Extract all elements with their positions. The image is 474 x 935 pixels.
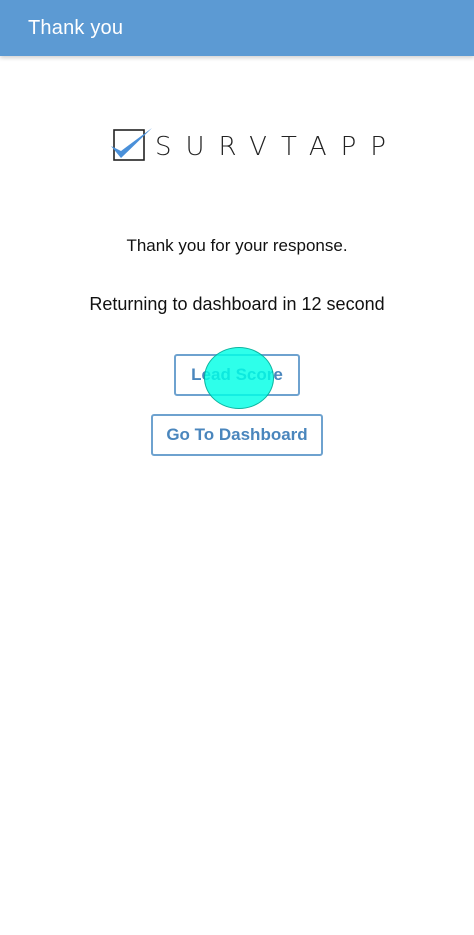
lead-score-button[interactable]: Lead Score (174, 354, 300, 396)
countdown-message: Returning to dashboard in 12 second (89, 294, 385, 314)
checkbox-check-icon (111, 128, 152, 161)
page-title: Thank you (28, 16, 124, 39)
app-bar: Thank you (0, 0, 474, 56)
go-to-dashboard-button[interactable]: Go To Dashboard (151, 414, 323, 456)
survtapp-logo: SURVTAPP (108, 124, 386, 166)
logo-text: SURVTAPP (155, 132, 400, 162)
thanks-message: Thank you for your response. (126, 236, 348, 255)
thank-you-screen: Thank you SURVTAPP Thank you for your re… (0, 0, 474, 935)
